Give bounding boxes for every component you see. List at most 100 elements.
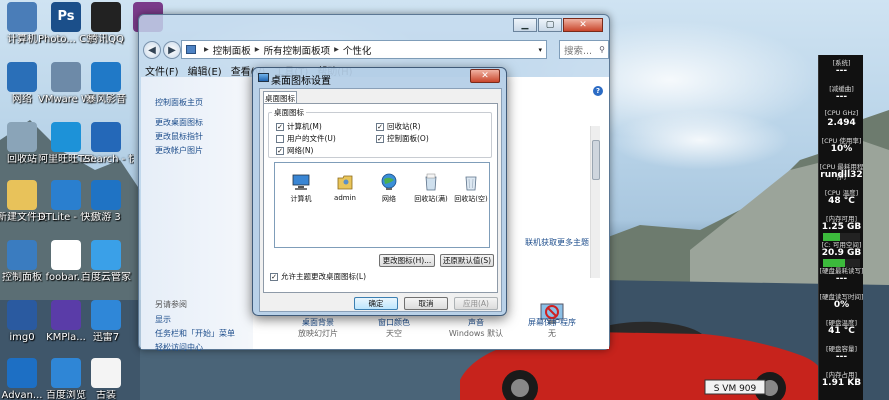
desktop-icon-settings-dialog: 桌面图标设置 ✕ 桌面图标 桌面图标 ✓ 计算机(M) ✓ 回收站(R) 用户的文件… [252, 67, 507, 316]
system-monitor-gadget: [系统] --- [减缓曲] --- [CPU GHz] 2.494 [CPU 使用率] 10… [818, 55, 864, 400]
checkbox-allow-themes[interactable]: ✓ 允许主题更改桌面图标(L) [270, 271, 366, 282]
back-icon[interactable]: ◀ [143, 41, 161, 59]
aliwangwang-icon [51, 122, 81, 152]
checkbox-box[interactable]: ✓ [270, 272, 278, 281]
breadcrumb-item[interactable]: 控制面板 [213, 43, 251, 57]
desktop-icon-label: 暴风影音 [86, 94, 126, 105]
side-link-account-picture[interactable]: 更改帐户图片 [155, 145, 203, 156]
checkbox-box[interactable]: ✓ [376, 134, 384, 143]
scrollbar-thumb[interactable] [592, 140, 600, 180]
search-icon: ⚲ [599, 45, 605, 54]
desktop-icon[interactable]: 百度云管家 [78, 240, 134, 284]
sounds-item[interactable]: 声音 Windows 默认 [441, 317, 511, 339]
maximize-button[interactable]: ▢ [538, 18, 562, 32]
gadget-row-value: rundll32 [820, 170, 863, 180]
dialog-title: 桌面图标设置 [271, 76, 331, 87]
checkbox-control-panel[interactable]: ✓ 控制面板(O) [376, 133, 429, 144]
restore-default-button[interactable]: 还原默认值(S) [440, 254, 494, 267]
network-globe-icon [381, 173, 397, 190]
checkbox-network[interactable]: ✓ 网络(N) [276, 145, 313, 156]
checkbox-box[interactable]: ✓ [276, 122, 284, 131]
see-also-ease-of-access[interactable]: 轻松访问中心 [155, 342, 203, 353]
recycle-bin-full-icon [425, 173, 437, 191]
desktop-icon-label: 腾讯QQ [88, 34, 124, 45]
item-subtitle: 无 [548, 329, 556, 338]
see-also-taskbar[interactable]: 任务栏和「开始」菜单 [155, 328, 235, 339]
control-panel-icon [7, 240, 37, 270]
scrollbar[interactable] [590, 126, 600, 278]
desktop-icon[interactable]: 傲游 3 [78, 180, 134, 224]
icon-label: 回收站(满) [414, 195, 448, 203]
desktop-icon[interactable]: TSearch - 快捷... [78, 122, 134, 166]
disk-bar [823, 259, 860, 267]
gadget-row-value: 10% [830, 144, 853, 154]
side-link-desktop-icons[interactable]: 更改桌面图标 [155, 117, 203, 128]
icon-item-network[interactable]: 网络 [369, 173, 409, 204]
advanced-icon [7, 358, 37, 388]
group-label: 桌面图标 [272, 107, 306, 118]
foobar-icon [51, 240, 81, 270]
gadget-row-value: 2.494 [827, 118, 856, 128]
desktop-icon[interactable]: 迅雷7 [78, 300, 134, 344]
desktop-background-item[interactable]: 桌面背景 放映幻灯片 [283, 317, 353, 339]
dropdown-arrow-icon[interactable]: ▾ [538, 46, 542, 54]
icon-item-recycle-empty[interactable]: 回收站(空) [451, 173, 491, 204]
checkbox-box[interactable]: ✓ [276, 146, 284, 155]
media-player-icon [91, 62, 121, 92]
desktop-icon-label: 迅雷7 [92, 332, 120, 343]
checkbox-box[interactable] [276, 134, 284, 143]
address-bar[interactable]: ▸ 控制面板 ▸ 所有控制面板项 ▸ 个性化 ▾ [181, 40, 547, 59]
icon-item-admin[interactable]: admin [325, 173, 365, 202]
menu-file[interactable]: 文件(F) [145, 63, 179, 78]
memory-bar-fill [823, 233, 840, 241]
desktop-icon-label: 百度云管家 [81, 272, 131, 283]
gadget-row-value: 48 °C [828, 196, 855, 206]
checkbox-label: 控制面板(O) [387, 134, 429, 143]
window-color-item[interactable]: 窗口颜色 天空 [359, 317, 429, 339]
desktop-icon[interactable]: 古装 [78, 358, 134, 400]
help-icon[interactable]: ? [593, 86, 603, 96]
gadget-row-value: 1.25 GB [821, 222, 862, 232]
gadget-row-value: --- [835, 66, 848, 76]
cancel-button[interactable]: 取消 [404, 297, 448, 310]
search-input[interactable]: 搜索... ⚲ [559, 40, 609, 59]
disk-bar-fill [823, 259, 846, 267]
dialog-window-icon [258, 73, 269, 82]
see-also-header: 另请参阅 [155, 300, 187, 309]
icon-label: admin [334, 194, 356, 202]
memory-bar [823, 233, 860, 241]
minimize-button[interactable]: ▁ [513, 18, 537, 32]
computer-icon [7, 2, 37, 32]
breadcrumb-separator: ▸ [204, 44, 209, 55]
checkbox-label: 计算机(M) [287, 122, 322, 131]
icon-item-recycle-full[interactable]: 回收站(满) [411, 173, 451, 204]
vmware-icon [51, 62, 81, 92]
dialog-close-button[interactable]: ✕ [470, 69, 500, 83]
desktop-icon-label: 古装 [96, 390, 116, 400]
gadget-row-value: --- [835, 92, 848, 102]
desktop-icon-label: 傲游 3 [91, 212, 121, 223]
checkbox-box[interactable]: ✓ [376, 122, 384, 131]
get-more-themes-link[interactable]: 联机获取更多主题 [525, 237, 589, 248]
change-icon-button[interactable]: 更改图标(H)... [379, 254, 435, 267]
checkbox-computer[interactable]: ✓ 计算机(M) [276, 121, 322, 132]
checkbox-user-files[interactable]: 用户的文件(U) [276, 133, 336, 144]
menu-edit[interactable]: 编辑(E) [188, 63, 222, 78]
screensaver-item[interactable]: 屏幕保护程序 无 [517, 317, 587, 339]
ok-button[interactable]: 确定 [354, 297, 398, 310]
see-also-display[interactable]: 显示 [155, 314, 171, 325]
close-button[interactable]: ✕ [563, 18, 603, 32]
side-link-mouse-pointer[interactable]: 更改鼠标指针 [155, 131, 203, 142]
item-subtitle: Windows 默认 [448, 329, 504, 338]
tab-panel: 桌面图标 ✓ 计算机(M) ✓ 回收站(R) 用户的文件(U) ✓ 控制面板(O) ✓… [263, 103, 498, 293]
icon-item-computer[interactable]: 计算机 [281, 173, 321, 204]
forward-icon[interactable]: ▶ [163, 41, 181, 59]
folder-icon [7, 180, 37, 210]
breadcrumb-item[interactable]: 个性化 [343, 43, 372, 57]
breadcrumb-item[interactable]: 所有控制面板项 [264, 43, 331, 57]
checkbox-recycle-bin[interactable]: ✓ 回收站(R) [376, 121, 421, 132]
side-link-home[interactable]: 控制面板主页 [155, 97, 203, 108]
apply-button[interactable]: 应用(A) [454, 297, 498, 310]
gadget-row-value: 20.9 GB [821, 248, 862, 258]
desktop-icon[interactable]: 暴风影音 [78, 62, 134, 106]
